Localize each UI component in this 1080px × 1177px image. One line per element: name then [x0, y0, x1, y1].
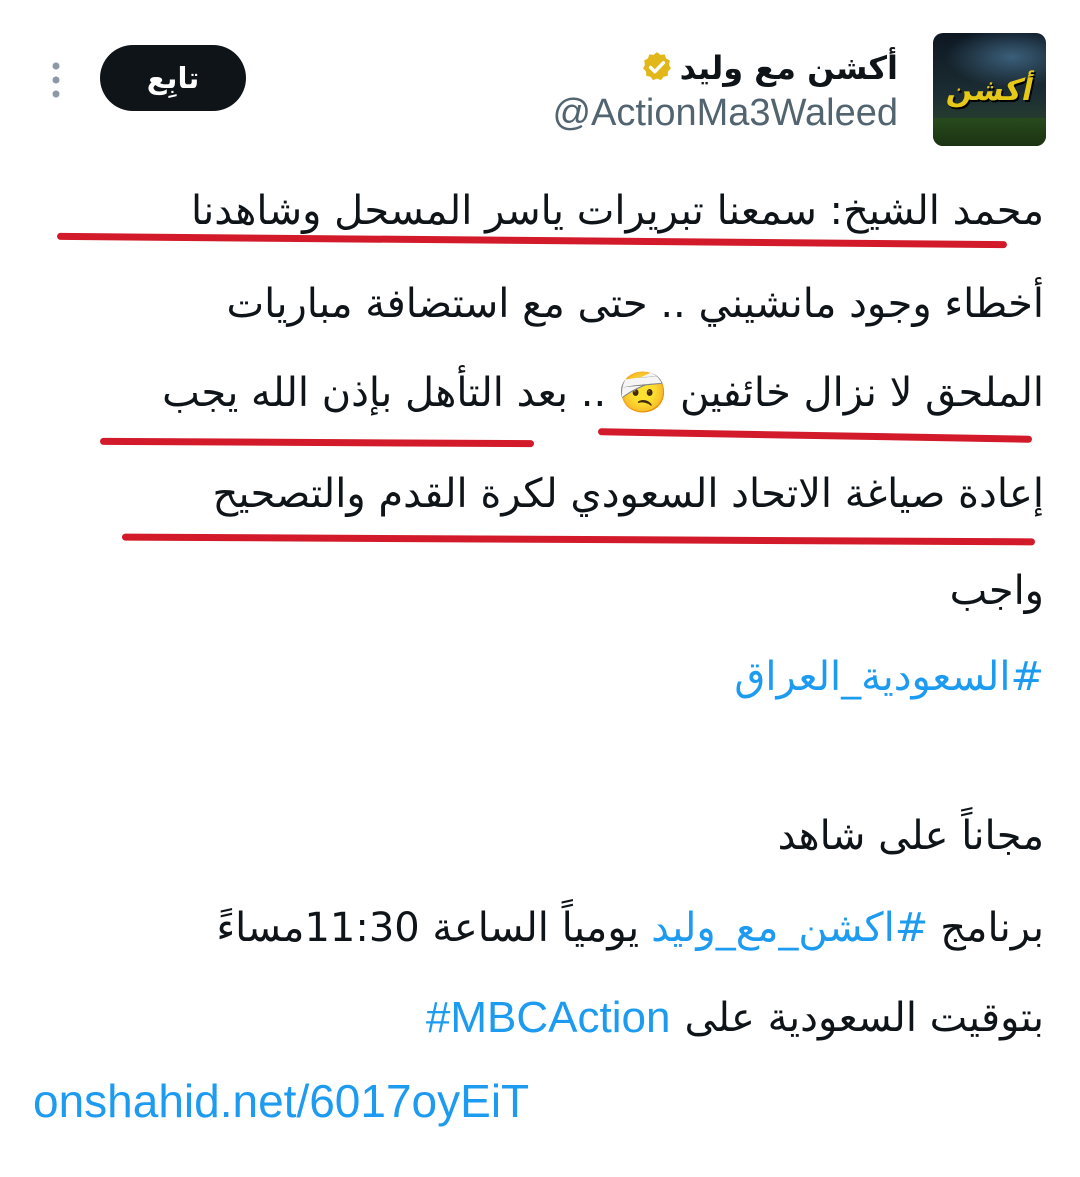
- tweet-line-3-start: الملحق لا نزال خائفين: [680, 370, 1044, 416]
- hashtag-mbcaction[interactable]: #MBCAction: [426, 990, 671, 1046]
- follow-button[interactable]: تابِع: [100, 45, 246, 111]
- user-handle[interactable]: @ActionMa3Waleed: [552, 92, 898, 135]
- tweet-line-4: إعادة صياغة الاتحاد السعودي لكرة القدم و…: [212, 471, 1044, 517]
- red-underline-2: [597, 428, 1033, 443]
- program-label: برنامج: [940, 905, 1044, 951]
- tweet-line-8: بتوقيت السعودية على #MBCAction: [426, 990, 1044, 1046]
- more-options-icon[interactable]: [48, 60, 64, 100]
- tweet-line-1: محمد الشيخ: سمعنا تبريرات ياسر المسحل وش…: [190, 188, 1044, 234]
- tweet-line-3: الملحق لا نزال خائفين 🤕 .. بعد التأهل بإ…: [162, 365, 1044, 421]
- display-name[interactable]: أكشن مع وليد: [680, 46, 898, 90]
- verified-badge-icon[interactable]: [640, 50, 674, 84]
- shahid-link[interactable]: onshahid.net/6017oyEiT: [33, 1074, 529, 1128]
- tweet-line-7: برنامج #اكشن_مع_وليد يومياً الساعة 11:30…: [216, 900, 1044, 956]
- schedule-text: يومياً الساعة 11:30مساءً: [216, 905, 640, 951]
- hashtag-action-waleed[interactable]: #اكشن_مع_وليد: [651, 900, 928, 956]
- tweet-line-6: مجاناً على شاهد: [777, 813, 1044, 859]
- tweet-line-2: أخطاء وجود مانشيني .. حتى مع استضافة مبا…: [226, 281, 1044, 327]
- red-underline-3: [99, 437, 535, 448]
- red-underline-4: [121, 533, 1036, 546]
- hashtag-saudi-iraq[interactable]: #السعودية_العراق: [734, 649, 1044, 705]
- avatar-field: [933, 118, 1046, 146]
- avatar-logo: أكشن: [943, 73, 1037, 108]
- tweet-line-3-end: .. بعد التأهل بإذن الله يجب: [162, 370, 607, 416]
- timezone-text: بتوقيت السعودية على: [684, 995, 1044, 1041]
- tweet-line-5: واجب: [949, 568, 1044, 614]
- avatar[interactable]: أكشن: [933, 33, 1046, 146]
- head-bandage-emoji: 🤕: [618, 370, 669, 416]
